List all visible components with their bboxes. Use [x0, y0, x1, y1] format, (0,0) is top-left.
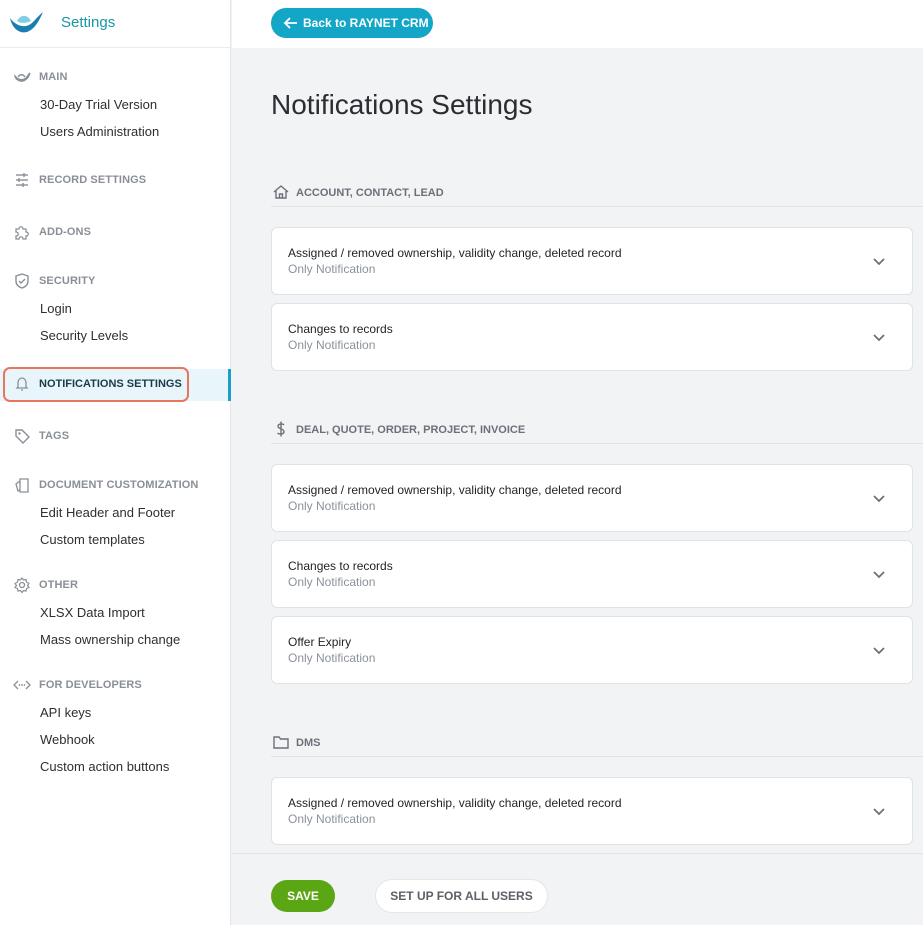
code-icon [13, 680, 31, 690]
raynet-logo-icon [10, 12, 43, 33]
app-title: Settings [61, 14, 116, 31]
sidebar-section-notifications-settings[interactable]: NOTIFICATIONS SETTINGS [0, 367, 231, 402]
sidebar-section-label: ADD-ONS [39, 226, 92, 238]
sidebar-section-other[interactable]: OTHER [0, 575, 231, 595]
sidebar-section-record-settings[interactable]: RECORD SETTINGS [0, 170, 231, 190]
back-to-crm-button[interactable]: Back to RAYNET CRM [271, 8, 433, 38]
notification-card[interactable]: Changes to records Only Notification [271, 303, 913, 371]
group-label: ACCOUNT, CONTACT, LEAD [296, 187, 444, 199]
shield-icon [15, 273, 29, 289]
chevron-down-icon[interactable] [872, 254, 886, 268]
set-up-for-all-users-button[interactable]: SET UP FOR ALL USERS [375, 879, 548, 913]
notification-card[interactable]: Assigned / removed ownership, validity c… [271, 777, 913, 845]
group-label: DEAL, QUOTE, ORDER, PROJECT, INVOICE [296, 424, 526, 436]
card-title: Offer Expiry [288, 635, 352, 649]
sidebar-item-mass-ownership-change[interactable]: Mass ownership change [40, 632, 180, 647]
sidebar-item-xlsx-import[interactable]: XLSX Data Import [40, 605, 145, 620]
card-title: Assigned / removed ownership, validity c… [288, 483, 622, 497]
sidebar-item-users-administration[interactable]: Users Administration [40, 124, 159, 139]
arrow-left-icon [283, 17, 297, 29]
group-header-dms: DMS [271, 733, 923, 757]
sidebar-section-label: DOCUMENT CUSTOMIZATION [39, 479, 199, 491]
bird-icon [14, 72, 31, 82]
sidebar-item-custom-templates[interactable]: Custom templates [40, 532, 145, 547]
card-subtitle: Only Notification [288, 338, 376, 352]
card-title: Assigned / removed ownership, validity c… [288, 246, 622, 260]
sidebar-section-label: TAGS [39, 430, 70, 442]
footer-bar [231, 853, 923, 925]
card-title: Changes to records [288, 322, 393, 336]
notification-card[interactable]: Assigned / removed ownership, validity c… [271, 464, 913, 532]
active-indicator [228, 369, 231, 401]
sidebar-item-login[interactable]: Login [40, 301, 72, 316]
sidebar-section-document-customization[interactable]: DOCUMENT CUSTOMIZATION [0, 475, 231, 495]
group-header-deal-quote-order: DEAL, QUOTE, ORDER, PROJECT, INVOICE [271, 420, 923, 444]
back-button-label: Back to RAYNET CRM [303, 16, 429, 30]
notification-card[interactable]: Changes to records Only Notification [271, 540, 913, 608]
sidebar-section-label: FOR DEVELOPERS [39, 679, 142, 691]
sidebar-section-label: OTHER [39, 579, 78, 591]
card-title: Assigned / removed ownership, validity c… [288, 796, 622, 810]
sidebar-item-trial[interactable]: 30-Day Trial Version [40, 97, 157, 112]
notification-card[interactable]: Offer Expiry Only Notification [271, 616, 913, 684]
sidebar-section-main[interactable]: MAIN [0, 67, 231, 87]
home-icon [273, 185, 289, 199]
card-subtitle: Only Notification [288, 651, 376, 665]
sidebar-section-label: NOTIFICATIONS SETTINGS [39, 378, 182, 390]
save-button[interactable]: SAVE [271, 880, 335, 912]
chevron-down-icon[interactable] [872, 491, 886, 505]
sidebar-item-security-levels[interactable]: Security Levels [40, 328, 128, 343]
chevron-down-icon[interactable] [872, 330, 886, 344]
sidebar: Settings MAIN 30-Day Trial Version Users… [0, 0, 231, 925]
sidebar-section-tags[interactable]: TAGS [0, 426, 231, 446]
chevron-down-icon[interactable] [872, 804, 886, 818]
folder-icon [273, 736, 289, 749]
sidebar-section-security[interactable]: SECURITY [0, 271, 231, 291]
sidebar-item-webhook[interactable]: Webhook [40, 732, 95, 747]
group-label: DMS [296, 737, 321, 749]
gear-icon [14, 577, 30, 594]
chevron-down-icon[interactable] [872, 643, 886, 657]
bell-icon [15, 377, 29, 391]
sidebar-item-api-keys[interactable]: API keys [40, 705, 91, 720]
sidebar-section-label: MAIN [39, 71, 68, 83]
chevron-down-icon[interactable] [872, 567, 886, 581]
card-subtitle: Only Notification [288, 812, 376, 826]
sidebar-section-label: SECURITY [39, 275, 96, 287]
card-subtitle: Only Notification [288, 499, 376, 513]
sidebar-section-label: RECORD SETTINGS [39, 174, 147, 186]
card-title: Changes to records [288, 559, 393, 573]
sidebar-section-for-developers[interactable]: FOR DEVELOPERS [0, 675, 231, 695]
sliders-icon [16, 173, 28, 187]
card-subtitle: Only Notification [288, 262, 376, 276]
puzzle-icon [15, 226, 29, 240]
sidebar-section-add-ons[interactable]: ADD-ONS [0, 222, 231, 242]
sidebar-brand: Settings [0, 0, 230, 48]
tag-icon [15, 429, 30, 444]
document-icon [15, 478, 29, 493]
dollar-icon [277, 421, 285, 437]
sidebar-item-custom-action-buttons[interactable]: Custom action buttons [40, 759, 169, 774]
sidebar-item-edit-header-footer[interactable]: Edit Header and Footer [40, 505, 175, 520]
card-subtitle: Only Notification [288, 575, 376, 589]
notification-card[interactable]: Assigned / removed ownership, validity c… [271, 227, 913, 295]
group-header-account-contact-lead: ACCOUNT, CONTACT, LEAD [271, 183, 923, 207]
page-title: Notifications Settings [271, 89, 533, 120]
